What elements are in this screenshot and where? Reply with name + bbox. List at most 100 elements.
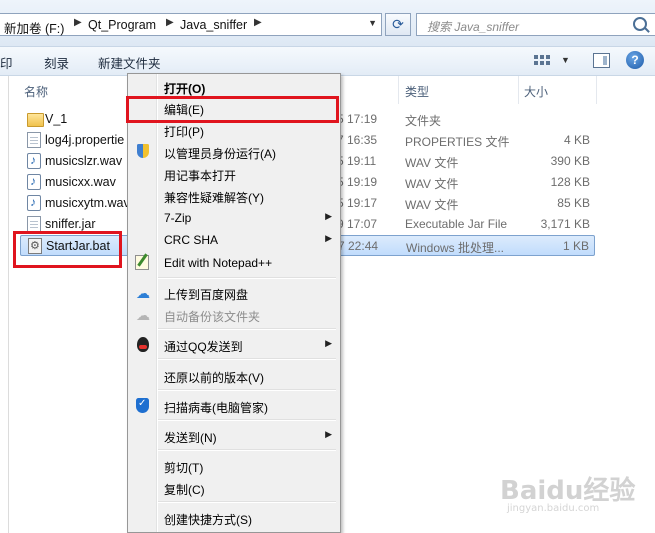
file-type: Executable Jar File	[405, 217, 508, 231]
context-menu: 打开(O) 编辑(E) 打印(P) 以管理员身份运行(A) 用记事本打开 兼容性…	[127, 73, 341, 533]
menu-item-restore[interactable]: 还原以前的版本(V)	[130, 366, 338, 386]
menu-item-label: Edit with Notepad++	[164, 256, 273, 270]
file-type: WAV 文件	[405, 177, 459, 191]
menu-item-send-to[interactable]: 发送到(N) ▶	[130, 426, 338, 446]
new-folder-button[interactable]: 新建文件夹	[98, 53, 161, 72]
file-date: 7 16:35	[337, 133, 378, 147]
address-bar[interactable]: 新加卷 (F:) ▶ Qt_Program ▶ Java_sniffer ▶ ▼	[0, 13, 382, 36]
menu-item-crc-sha[interactable]: CRC SHA ▶	[130, 230, 338, 250]
menu-item-open[interactable]: 打开(O)	[130, 77, 338, 97]
file-size: 3,171 KB	[540, 217, 590, 231]
file-name: musicxytm.wav	[45, 196, 130, 210]
menu-item-auto-backup[interactable]: ☁ 自动备份该文件夹	[130, 305, 338, 325]
refresh-button[interactable]: ⟳	[385, 13, 411, 36]
menu-item-label: 上传到百度网盘	[164, 288, 249, 302]
chevron-down-icon[interactable]: ▼	[368, 18, 377, 28]
uac-shield-icon	[137, 144, 149, 158]
menu-item-notepadpp[interactable]: Edit with Notepad++	[130, 253, 338, 273]
menu-item-label: 复制(C)	[164, 483, 205, 497]
view-options-icon[interactable]	[534, 55, 550, 67]
file-name: V_1	[45, 112, 68, 126]
file-size: 390 KB	[550, 154, 590, 168]
breadcrumb-qt-program[interactable]: Qt_Program	[88, 18, 156, 32]
breadcrumb-java-sniffer[interactable]: Java_sniffer	[180, 18, 247, 32]
menu-separator	[158, 328, 336, 330]
breadcrumb-drive[interactable]: 新加卷 (F:)	[4, 18, 64, 37]
menu-separator	[158, 389, 336, 391]
file-size: 85 KB	[557, 196, 590, 210]
divider	[8, 76, 9, 533]
menu-item-copy[interactable]: 复制(C)	[130, 478, 338, 498]
folder-icon	[27, 113, 44, 127]
wav-icon	[27, 174, 41, 190]
menu-item-run-as-admin[interactable]: 以管理员身份运行(A)	[130, 142, 338, 162]
submenu-arrow-icon: ▶	[325, 429, 332, 439]
file-size: 4 KB	[563, 133, 590, 147]
menu-item-label: 发送到(N)	[164, 431, 217, 445]
column-header-size[interactable]: 大小	[524, 83, 548, 100]
menu-item-cut[interactable]: 剪切(T)	[130, 456, 338, 476]
print-button[interactable]: 印	[0, 53, 13, 72]
search-input[interactable]: 搜索 Java_sniffer	[416, 13, 655, 36]
file-date: 5 19:11	[337, 154, 377, 168]
menu-item-scan[interactable]: 扫描病毒(电脑管家)	[130, 396, 338, 416]
menu-separator	[158, 419, 336, 421]
file-name: musicslzr.wav	[45, 154, 123, 168]
chevron-right-icon[interactable]: ▶	[254, 17, 262, 28]
pc-manager-shield-icon	[136, 398, 149, 413]
command-bar: 印 刻录 新建文件夹 ▼ ?	[0, 47, 655, 76]
file-type: Windows 批处理...	[406, 241, 505, 255]
baidu-watermark: Baidu经验	[500, 476, 636, 506]
file-date: 9 17:07	[337, 217, 378, 231]
file-date: 5 17:19	[337, 112, 378, 126]
notepadpp-icon	[135, 255, 149, 270]
menu-separator	[158, 358, 336, 360]
menu-item-label: 打印(P)	[164, 125, 204, 139]
menu-item-label: 以管理员身份运行(A)	[164, 147, 276, 161]
file-name: musicxx.wav	[45, 175, 116, 189]
submenu-arrow-icon: ▶	[325, 233, 332, 243]
menu-item-label: CRC SHA	[164, 233, 219, 247]
chevron-right-icon[interactable]: ▶	[166, 17, 174, 28]
menu-item-label: 用记事本打开	[164, 169, 237, 183]
menu-separator	[158, 501, 336, 503]
menu-item-label: 通过QQ发送到	[164, 340, 243, 354]
file-date: 5 19:17	[337, 196, 378, 210]
file-type: WAV 文件	[405, 198, 459, 212]
menu-item-open-notepad[interactable]: 用记事本打开	[130, 164, 338, 184]
file-type: PROPERTIES 文件	[405, 135, 510, 149]
chevron-down-icon[interactable]: ▼	[561, 55, 570, 65]
search-icon[interactable]	[633, 17, 647, 31]
file-name: log4j.propertie	[45, 133, 125, 147]
menu-item-baidu-upload[interactable]: ☁ 上传到百度网盘	[130, 283, 338, 303]
submenu-arrow-icon: ▶	[325, 338, 332, 348]
file-type: 文件夹	[405, 114, 442, 128]
menu-separator	[158, 449, 336, 451]
menu-item-7zip[interactable]: 7-Zip ▶	[130, 208, 338, 228]
column-divider[interactable]	[596, 76, 597, 104]
menu-item-shortcut[interactable]: 创建快捷方式(S)	[130, 508, 338, 528]
column-header-type[interactable]: 类型	[405, 83, 429, 100]
file-icon	[27, 132, 41, 148]
jar-file-icon	[27, 216, 41, 232]
column-header-name[interactable]: 名称	[24, 83, 48, 100]
burn-button[interactable]: 刻录	[44, 53, 69, 72]
baidu-cloud-icon: ☁	[136, 285, 150, 301]
address-bar-area: 新加卷 (F:) ▶ Qt_Program ▶ Java_sniffer ▶ ▼…	[0, 0, 655, 47]
preview-pane-icon[interactable]	[593, 53, 610, 68]
menu-item-label: 扫描病毒(电脑管家)	[164, 401, 268, 415]
highlight-box-edit	[126, 96, 339, 123]
backup-cloud-icon: ☁	[136, 307, 150, 323]
column-divider[interactable]	[518, 76, 519, 104]
column-divider[interactable]	[398, 76, 399, 104]
chevron-right-icon[interactable]: ▶	[74, 17, 82, 28]
wav-icon	[27, 195, 41, 211]
file-date: 7 22:44	[338, 239, 379, 253]
qq-penguin-icon	[137, 337, 149, 352]
menu-item-qq-send[interactable]: 通过QQ发送到 ▶	[130, 335, 338, 355]
file-name: sniffer.jar	[45, 217, 96, 231]
help-icon[interactable]: ?	[626, 51, 644, 69]
menu-item-label: 7-Zip	[164, 211, 192, 225]
menu-item-print[interactable]: 打印(P)	[130, 120, 338, 140]
menu-item-compat[interactable]: 兼容性疑难解答(Y)	[130, 186, 338, 206]
